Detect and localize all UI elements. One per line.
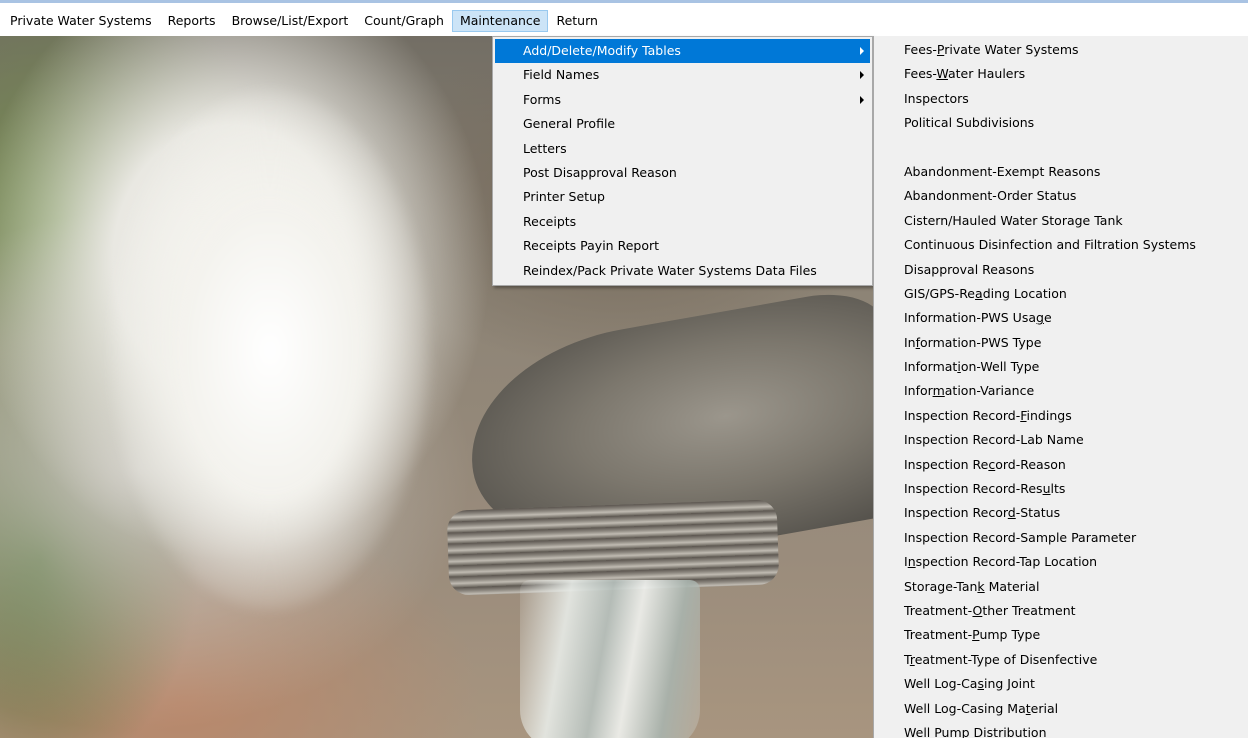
menu-item-receipts[interactable]: Receipts (493, 210, 872, 234)
submenu-item[interactable]: Abandonment-Exempt Reasons (874, 160, 1248, 184)
menu-browse-list-export[interactable]: Browse/List/Export (224, 10, 357, 32)
menu-item-add-delete-modify-tables[interactable]: Add/Delete/Modify Tables (495, 39, 870, 64)
menu-item-label: Field Names (523, 67, 600, 83)
maintenance-dropdown: Add/Delete/Modify Tables Field Names For… (492, 36, 873, 286)
submenu-item[interactable]: Inspection Record-Tap Location (874, 550, 1248, 574)
menu-separator-space (874, 136, 1248, 160)
menu-item-printer-setup[interactable]: Printer Setup (493, 185, 872, 209)
submenu-item[interactable]: Well Log-Casing Joint (874, 672, 1248, 696)
menu-item-reindex-pack-data-files[interactable]: Reindex/Pack Private Water Systems Data … (493, 259, 872, 283)
submenu-item[interactable]: GIS/GPS-Reading Location (874, 282, 1248, 306)
submenu-item[interactable]: Treatment-Type of Disenfective (874, 648, 1248, 672)
submenu-item[interactable]: Treatment-Pump Type (874, 623, 1248, 647)
submenu-arrow-icon (860, 95, 864, 104)
menu-item-general-profile[interactable]: General Profile (493, 112, 872, 136)
submenu-item[interactable]: Inspection Record-Results (874, 477, 1248, 501)
submenu-item[interactable]: Fees-Water Haulers (874, 62, 1248, 86)
submenu-arrow-icon (860, 47, 864, 55)
menu-item-forms[interactable]: Forms (493, 88, 872, 112)
water-stream (520, 580, 700, 738)
menu-item-letters[interactable]: Letters (493, 137, 872, 161)
submenu-item[interactable]: Inspection Record-Lab Name (874, 428, 1248, 452)
submenu-item[interactable]: Inspection Record-Findings (874, 404, 1248, 428)
submenu-item[interactable]: Continuous Disinfection and Filtration S… (874, 233, 1248, 257)
submenu-item[interactable]: Inspection Record-Sample Parameter (874, 526, 1248, 550)
menu-reports[interactable]: Reports (160, 10, 224, 32)
menu-return[interactable]: Return (548, 10, 605, 32)
submenu-item[interactable]: Information-PWS Type (874, 331, 1248, 355)
tables-submenu: Fees-Private Water Systems Fees-Water Ha… (873, 36, 1248, 738)
submenu-item[interactable]: Information-PWS Usage (874, 306, 1248, 330)
submenu-item[interactable]: Disapproval Reasons (874, 258, 1248, 282)
submenu-item[interactable]: Well Pump Distribution (874, 721, 1248, 738)
menu-item-field-names[interactable]: Field Names (493, 63, 872, 87)
submenu-item[interactable]: Inspection Record-Status (874, 501, 1248, 525)
menu-bar: Private Water Systems Reports Browse/Lis… (0, 0, 1248, 36)
submenu-item[interactable]: Political Subdivisions (874, 111, 1248, 135)
menu-item-receipts-payin-report[interactable]: Receipts Payin Report (493, 234, 872, 258)
submenu-item[interactable]: Cistern/Hauled Water Storage Tank (874, 209, 1248, 233)
submenu-item[interactable]: Storage-Tank Material (874, 575, 1248, 599)
submenu-item[interactable]: Inspectors (874, 87, 1248, 111)
submenu-item[interactable]: Information-Well Type (874, 355, 1248, 379)
photo-highlight (110, 90, 430, 610)
menu-private-water-systems[interactable]: Private Water Systems (2, 10, 160, 32)
submenu-item[interactable]: Abandonment-Order Status (874, 184, 1248, 208)
submenu-item[interactable]: Treatment-Other Treatment (874, 599, 1248, 623)
menu-item-label: Forms (523, 91, 562, 107)
submenu-arrow-icon (860, 71, 864, 80)
menu-count-graph[interactable]: Count/Graph (356, 10, 452, 32)
menu-maintenance[interactable]: Maintenance (451, 10, 549, 32)
submenu-item[interactable]: Well Log-Casing Material (874, 697, 1248, 721)
submenu-item[interactable]: Inspection Record-Reason (874, 453, 1248, 477)
submenu-item[interactable]: Information-Variance (874, 379, 1248, 403)
menu-item-label: Add/Delete/Modify Tables (523, 43, 681, 58)
menu-item-post-disapproval-reason[interactable]: Post Disapproval Reason (493, 161, 872, 185)
submenu-item[interactable]: Fees-Private Water Systems (874, 38, 1248, 62)
